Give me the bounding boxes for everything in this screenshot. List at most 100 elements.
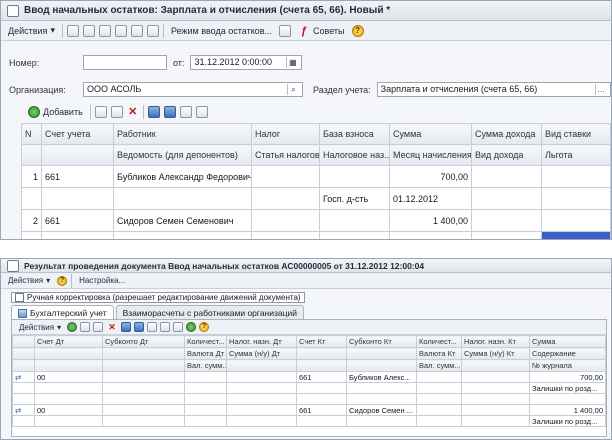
cell-account[interactable]: 661 bbox=[41, 209, 114, 232]
add-button[interactable]: Добавить bbox=[25, 105, 86, 119]
col-journal[interactable]: № журнала bbox=[529, 359, 606, 372]
copy-row-icon[interactable] bbox=[94, 106, 107, 118]
cell-income[interactable] bbox=[471, 165, 542, 188]
table-row[interactable]: 1 661 Бубликов Александр Федорович 700,0… bbox=[21, 165, 611, 188]
manual-checkbox[interactable] bbox=[15, 293, 24, 303]
col-benefit[interactable]: Льгота bbox=[541, 144, 611, 166]
cell-statement[interactable] bbox=[113, 231, 252, 239]
cell-tax-purpose[interactable]: Госп. д-сть bbox=[319, 231, 390, 239]
org-input[interactable]: ООО АСОЛЬ ⌕ bbox=[83, 82, 303, 97]
cell-benefit-selected[interactable] bbox=[541, 231, 611, 239]
delete-icon[interactable]: ✕ bbox=[106, 321, 118, 333]
mode-button[interactable]: Режим ввода остатков... bbox=[168, 25, 275, 37]
move-down-icon[interactable] bbox=[134, 322, 145, 332]
cell-month[interactable]: 01.12.2012 bbox=[389, 231, 472, 239]
table-row[interactable]: Залишки по розд... bbox=[12, 382, 606, 394]
date-input[interactable]: 31.12.2012 0:00:00 ▦ bbox=[190, 55, 303, 70]
col-tax-kt[interactable]: Налог. назн. Кт bbox=[461, 335, 530, 348]
cell-tax-item[interactable] bbox=[251, 231, 320, 239]
cell-income[interactable] bbox=[471, 209, 542, 232]
post-icon[interactable] bbox=[114, 24, 127, 37]
help-icon[interactable]: ? bbox=[57, 275, 68, 286]
cell-qty-kt[interactable] bbox=[416, 371, 462, 383]
col-sum[interactable]: Сумма bbox=[389, 123, 472, 145]
col-statement[interactable]: Ведомость (для депонентов) bbox=[113, 144, 252, 166]
calendar-icon[interactable]: ▦ bbox=[286, 57, 298, 68]
cell-qty-dt[interactable] bbox=[184, 371, 227, 383]
manual-correction[interactable]: Ручная корректировка (разрешает редактир… bbox=[11, 292, 305, 304]
edit-icon[interactable] bbox=[110, 106, 123, 118]
dt-kt-icon[interactable] bbox=[146, 24, 159, 37]
cell-sum[interactable]: 700,00 bbox=[529, 371, 606, 383]
cell-rate[interactable] bbox=[541, 209, 611, 232]
cell-base[interactable] bbox=[319, 209, 390, 232]
table-row[interactable]: Залишки по розд... bbox=[12, 415, 606, 427]
help-icon[interactable]: ? bbox=[351, 24, 364, 37]
cell-account-kt[interactable]: 661 bbox=[296, 404, 347, 416]
section-input[interactable]: Зарплата и отчисления (счета 65, 66)… bbox=[376, 82, 611, 97]
cell-worker[interactable]: Сидоров Семен Семенович bbox=[113, 209, 252, 232]
cell-sum[interactable]: 700,00 bbox=[389, 165, 472, 188]
col-account-kt[interactable]: Счет Кт bbox=[296, 335, 347, 348]
unpost-icon[interactable] bbox=[130, 24, 143, 37]
table-row[interactable]: Госп. д-сть 01.12.2012 bbox=[21, 187, 611, 210]
col-content[interactable]: Содержание bbox=[529, 347, 606, 360]
cell-benefit[interactable] bbox=[541, 187, 611, 210]
col-n[interactable]: N bbox=[21, 123, 42, 145]
help-icon[interactable]: ? bbox=[199, 322, 210, 332]
actions-menu[interactable]: Действия ▾ bbox=[5, 24, 58, 37]
list-icon[interactable] bbox=[279, 24, 292, 37]
delete-icon[interactable]: ✕ bbox=[127, 106, 139, 118]
copy-icon[interactable] bbox=[80, 322, 91, 332]
refresh-icon[interactable] bbox=[98, 24, 111, 37]
col-worker[interactable]: Работник bbox=[113, 123, 252, 145]
add-icon[interactable] bbox=[67, 322, 78, 332]
cell-account-dt[interactable]: 00 bbox=[34, 371, 103, 383]
move-up-icon[interactable] bbox=[121, 322, 132, 332]
col-income-type[interactable]: Вид дохода bbox=[471, 144, 542, 166]
edit-icon[interactable] bbox=[93, 322, 104, 332]
col-account-dt[interactable]: Счет Дт bbox=[34, 335, 103, 348]
save-icon[interactable] bbox=[66, 24, 79, 37]
cell-tax-dt[interactable] bbox=[226, 404, 297, 416]
cell-tax-item[interactable] bbox=[251, 187, 320, 210]
sort-desc-icon[interactable] bbox=[195, 106, 208, 118]
cell-tax-purpose[interactable]: Госп. д-сть bbox=[319, 187, 390, 210]
col-subconto-dt[interactable]: Субконто Дт bbox=[102, 335, 185, 348]
cell-content[interactable]: Залишки по розд... bbox=[529, 415, 606, 427]
col-tax-purpose[interactable]: Налоговое наз... bbox=[319, 144, 390, 166]
cell-income-type[interactable] bbox=[471, 231, 542, 239]
refresh-icon[interactable] bbox=[186, 322, 197, 332]
cell-statement[interactable] bbox=[113, 187, 252, 210]
sort-asc-icon[interactable] bbox=[179, 106, 192, 118]
cell-tax[interactable] bbox=[251, 209, 320, 232]
col-income[interactable]: Сумма дохода bbox=[471, 123, 542, 145]
cell-account-dt[interactable]: 00 bbox=[34, 404, 103, 416]
col-qty-dt[interactable]: Количест... bbox=[184, 335, 227, 348]
cell-subconto-kt[interactable]: Бубликов Алекс... bbox=[346, 371, 417, 383]
move-up-icon[interactable] bbox=[147, 106, 160, 118]
col-sum-nu-dt[interactable]: Сумма (н/у) Дт bbox=[226, 347, 297, 360]
col-account[interactable]: Счет учета bbox=[41, 123, 114, 145]
col-base[interactable]: База взноса bbox=[319, 123, 390, 145]
cell-subconto-kt[interactable]: Сидоров Семен ... bbox=[346, 404, 417, 416]
cell-sum[interactable]: 1 400,00 bbox=[529, 404, 606, 416]
search-icon[interactable]: ⌕ bbox=[287, 84, 299, 95]
cell-tax-dt[interactable] bbox=[226, 371, 297, 383]
col-sum[interactable]: Сумма bbox=[529, 335, 606, 348]
cell-month[interactable]: 01.12.2012 bbox=[389, 187, 472, 210]
settings-button[interactable]: Настройка... bbox=[76, 275, 128, 286]
copy-icon[interactable] bbox=[82, 24, 95, 37]
table-row[interactable]: ⇄ 00 661 Бубликов Алекс... 700,00 bbox=[12, 371, 606, 383]
copy-entries-icon[interactable] bbox=[173, 322, 184, 332]
tips-button[interactable]: ƒ Советы bbox=[295, 24, 347, 38]
cell-subconto-dt[interactable] bbox=[102, 371, 185, 383]
cell-tax-kt[interactable] bbox=[461, 371, 530, 383]
col-rate[interactable]: Вид ставки bbox=[541, 123, 611, 145]
cell-content[interactable]: Залишки по розд... bbox=[529, 382, 606, 394]
col-cur-sum-dt[interactable]: Вал. сумм... bbox=[184, 359, 227, 372]
cell-qty-kt[interactable] bbox=[416, 404, 462, 416]
cell-tax-kt[interactable] bbox=[461, 404, 530, 416]
table-row[interactable]: 2 661 Сидоров Семен Семенович 1 400,00 bbox=[21, 209, 611, 232]
tab-accounting[interactable]: Бухгалтерский учет bbox=[11, 305, 114, 320]
